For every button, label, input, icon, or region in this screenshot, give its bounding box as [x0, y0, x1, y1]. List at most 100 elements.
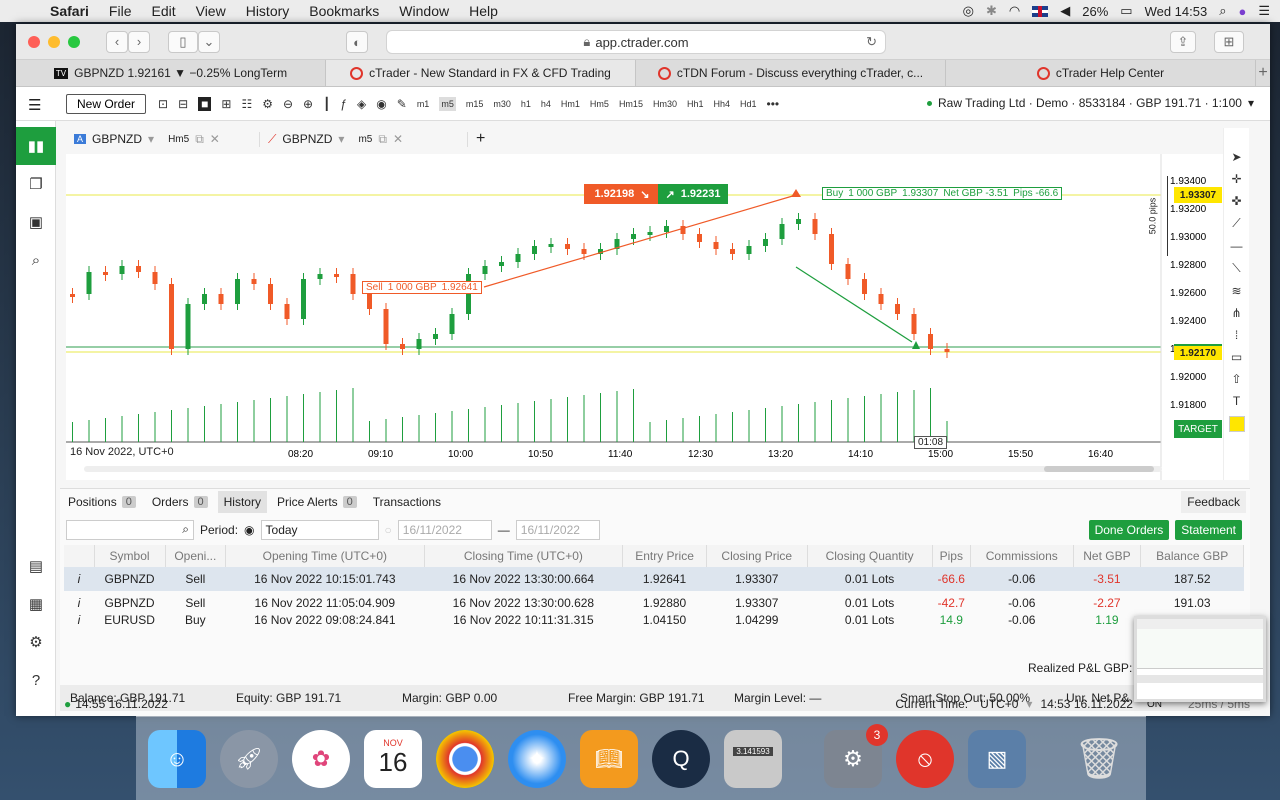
browser-tab-ctrader[interactable]: cTrader - New Standard in FX & CFD Tradi…	[326, 60, 636, 86]
done-orders-button[interactable]: Done Orders	[1088, 520, 1170, 540]
chart-tab-2[interactable]: ⟋ GBPNZD ▾ m5 ⧉ ✕	[268, 131, 468, 147]
menu-edit[interactable]: Edit	[141, 3, 185, 19]
new-tab-icon[interactable]: +	[1256, 60, 1270, 86]
tab-positions[interactable]: Positions 0	[62, 491, 142, 513]
back-icon[interactable]: ‹	[106, 30, 128, 53]
tab-transactions[interactable]: Transactions	[367, 491, 447, 513]
tf-m1[interactable]: m1	[417, 99, 430, 109]
reload-icon[interactable]: ↻	[866, 34, 877, 50]
layout-single-icon[interactable]: ⊟	[178, 97, 188, 111]
info-icon[interactable]: i	[64, 567, 94, 591]
layout-rows-icon[interactable]: ☷	[241, 97, 252, 111]
feedback-button[interactable]: Feedback	[1181, 491, 1246, 513]
layers-icon[interactable]: ◈	[357, 97, 366, 111]
chrome-icon[interactable]	[436, 729, 494, 788]
radio-today-icon[interactable]: ◉	[244, 523, 254, 537]
table-row[interactable]: i GBPNZD Sell 16 Nov 2022 10:15:01.743 1…	[64, 567, 1244, 591]
help-icon[interactable]: ?	[16, 661, 56, 699]
new-order-button[interactable]: New Order	[66, 93, 147, 114]
menu-view[interactable]: View	[186, 3, 236, 19]
menu-file[interactable]: File	[99, 3, 142, 19]
tf-hh4[interactable]: Hh4	[713, 99, 730, 109]
share-icon[interactable]: ⇪	[1170, 31, 1196, 53]
ray-icon[interactable]: ⟍	[1232, 261, 1240, 276]
tf-hd1[interactable]: Hd1	[740, 99, 757, 109]
horizontal-line-icon[interactable]: —	[1231, 239, 1243, 253]
chevron-down-icon[interactable]: ▾	[148, 132, 154, 146]
launchpad-icon[interactable]: 🚀︎	[220, 729, 278, 788]
menu-window[interactable]: Window	[389, 3, 459, 19]
preview-icon[interactable]: ▧	[968, 729, 1026, 788]
col-balance-gbp[interactable]: Balance GBP	[1140, 545, 1244, 567]
col-closing-time[interactable]: Closing Time (UTC+0)	[424, 545, 624, 567]
tab-price-alerts[interactable]: Price Alerts 0	[271, 491, 363, 513]
tf-h1[interactable]: h1	[521, 99, 531, 109]
chevron-down-icon[interactable]: ▾	[338, 132, 344, 146]
forward-icon[interactable]: ›	[128, 30, 150, 53]
menu-bookmarks[interactable]: Bookmarks	[299, 3, 389, 19]
price-chart[interactable]: 1.93400 1.93200 1.93000 1.92800 1.92600 1.924…	[66, 154, 1224, 480]
more-timeframes-icon[interactable]: •••	[767, 97, 780, 111]
statement-button[interactable]: Statement	[1175, 520, 1242, 540]
trendline-icon[interactable]: ⟋	[1232, 216, 1240, 231]
zoom-window-button[interactable]	[68, 35, 80, 48]
sell-position-label[interactable]: Sell 1 000 GBP 1.92641	[362, 281, 482, 294]
tab-history[interactable]: History	[217, 491, 267, 513]
candles-icon[interactable]: ┃	[323, 97, 330, 111]
buy-position-label[interactable]: Buy 1 000 GBP 1.93307 Net GBP -3.51 Pips…	[822, 187, 1063, 200]
calculator-icon[interactable]: 3.141593	[724, 729, 782, 788]
tab-orders[interactable]: Orders 0	[146, 491, 214, 513]
notification-center-icon[interactable]: ☰	[1258, 3, 1270, 19]
info-icon[interactable]: i	[64, 615, 94, 627]
quicktime-icon[interactable]: Q	[652, 729, 710, 788]
sidebar-icon[interactable]: ▯	[168, 30, 198, 53]
target-tag[interactable]: TARGET	[1174, 420, 1222, 438]
text-icon[interactable]: T	[1233, 394, 1240, 408]
table-row[interactable]: i EURUSD Buy 16 Nov 2022 09:08:24.841 16…	[64, 614, 1244, 627]
copy-icon[interactable]: ❐	[16, 165, 56, 203]
account-selector[interactable]: Raw Trading Ltd · Demo · 8533184 · GBP 1…	[927, 96, 1254, 110]
menubar-clock[interactable]: Wed 14:53	[1145, 4, 1208, 19]
grid-dots-icon[interactable]: ⁞	[1235, 328, 1238, 342]
chart-mode-icon[interactable]: ⊡	[158, 97, 168, 111]
fibonacci-icon[interactable]: ≋	[1231, 284, 1241, 298]
tf-hm1[interactable]: Hm1	[561, 99, 580, 109]
chart-scroll-thumb[interactable]	[1044, 466, 1154, 472]
browser-tab-help-center[interactable]: cTrader Help Center	[946, 60, 1256, 86]
books-icon[interactable]: 📖︎	[580, 729, 638, 788]
tf-h4[interactable]: h4	[541, 99, 551, 109]
input-source-flag-icon[interactable]	[1032, 5, 1049, 17]
col-commissions[interactable]: Commissions	[970, 545, 1074, 567]
chevron-down-icon[interactable]: ▾	[1026, 697, 1032, 711]
deposit-icon[interactable]: ▤	[16, 547, 56, 585]
settings-icon[interactable]: ⚙	[16, 623, 56, 661]
col-closing-quantity[interactable]: Closing Quantity	[807, 545, 933, 567]
period-select[interactable]: Today	[260, 520, 379, 540]
col-symbol[interactable]: Symbol	[94, 545, 166, 567]
chart-scrollbar[interactable]	[84, 466, 1162, 472]
calendar-icon[interactable]: NOV 16	[364, 729, 422, 788]
screenshot-thumbnail[interactable]	[1134, 616, 1266, 702]
close-icon[interactable]: ✕	[393, 132, 403, 146]
buy-price-button[interactable]: ↗ 1.92231	[658, 184, 728, 204]
tf-hm5[interactable]: Hm5	[590, 99, 609, 109]
detach-icon[interactable]: ⧉	[378, 132, 387, 147]
col-net-gbp[interactable]: Net GBP	[1073, 545, 1142, 567]
sell-price-button[interactable]: 1.92198 ↘	[584, 184, 660, 204]
tf-hm30[interactable]: Hm30	[653, 99, 677, 109]
cursor-icon[interactable]: ➤	[1231, 150, 1241, 164]
chart-settings-icon[interactable]: ⚙	[262, 97, 273, 111]
tab-overview-icon[interactable]: ⊞	[1214, 31, 1244, 53]
system-preferences-icon[interactable]: ⚙ 3	[824, 723, 888, 788]
finder-icon[interactable]: ☺	[148, 729, 206, 788]
col-closing-price[interactable]: Closing Price	[706, 545, 808, 567]
crosshair-icon[interactable]: ✛	[1231, 172, 1241, 186]
trade-icon[interactable]: ▮▮	[16, 127, 56, 165]
close-window-button[interactable]	[28, 35, 40, 48]
chart-tab-1[interactable]: A GBPNZD ▾ Hm5 ⧉ ✕	[60, 131, 260, 147]
layout-grid-icon[interactable]: ⊞	[221, 97, 231, 111]
volume-icon[interactable]: ◀	[1060, 3, 1070, 19]
menu-app[interactable]: Safari	[40, 3, 99, 19]
table-row[interactable]: i GBPNZD Sell 16 Nov 2022 11:05:04.909 1…	[64, 591, 1244, 615]
sidebar-menu-chevron-icon[interactable]: ⌄	[198, 30, 220, 53]
